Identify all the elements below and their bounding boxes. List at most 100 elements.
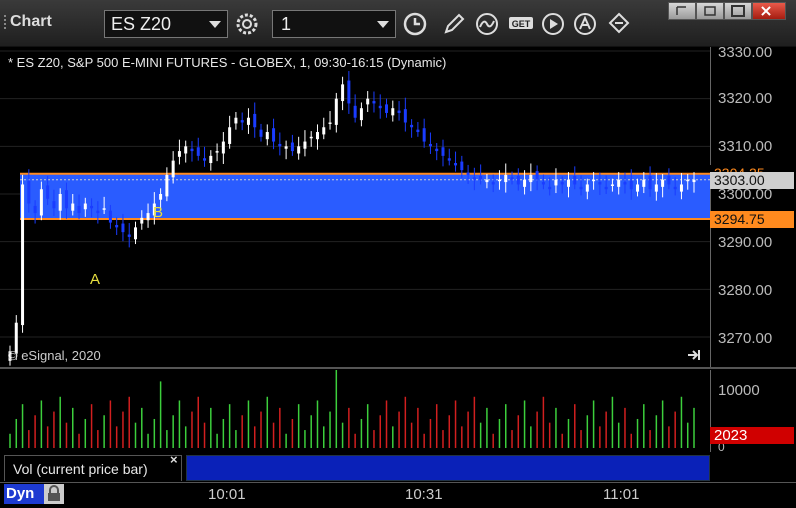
candle-body [441,147,445,156]
candle-body [416,129,420,133]
study-tab-volume[interactable]: Vol (current price bar) [4,455,182,481]
candle-body [39,189,43,216]
volume-tick-label: 10000 [718,382,760,399]
candle-body [90,205,94,209]
candle-body [83,203,87,210]
candle-body [215,151,219,153]
candle-body [353,105,357,118]
candle-body [523,179,527,187]
candle-body [366,98,370,105]
scroll-to-end-icon[interactable] [686,348,702,362]
title-bar: Chart ES Z20 1 GET [0,0,796,47]
candle-body [33,205,37,214]
candle-body [284,146,288,149]
candle-body [661,179,665,187]
current-price-tag: 3303.00 [710,172,794,189]
candle-body [579,186,583,190]
play-icon[interactable] [538,10,568,38]
candle-body [435,148,439,152]
get-data-icon[interactable]: GET [506,10,536,38]
candle-body [71,203,75,211]
candle-body [585,184,589,192]
candle-body [472,177,476,180]
candle-body [447,158,451,161]
copyright-label: © eSignal, 2020 [8,348,101,363]
candle-body [554,179,558,186]
time-axis[interactable] [0,482,796,508]
candle-body [165,174,169,197]
chevron-down-icon[interactable] [377,21,389,28]
candle-body [504,174,508,183]
candle-body [102,208,106,210]
chart-title: * ES Z20, S&P 500 E-MINI FUTURES - GLOBE… [8,55,447,70]
candle-body [485,179,489,183]
candle-body [328,122,332,124]
candle-body [422,128,426,142]
candle-body [403,109,407,123]
candle-body [265,132,269,140]
settings-gear-icon[interactable] [232,10,262,38]
price-tick-label: 3280.00 [718,282,773,299]
volume-chart[interactable] [0,370,710,452]
candle-body [604,186,608,190]
candle-body [466,172,470,175]
close-icon[interactable] [752,2,786,20]
marker-a-label: A [90,271,100,288]
study-tab-empty[interactable] [186,455,710,481]
chevron-down-icon[interactable] [209,21,221,28]
chart-window: Chart ES Z20 1 GET AB * ES Z20, S&P 500 … [0,0,796,508]
restore-icon[interactable] [668,2,696,20]
duplicate-icon[interactable] [696,2,724,20]
candle-body [134,227,138,240]
candle-body [190,148,194,152]
volume-current-tag: 2023 [710,427,794,444]
candle-body [617,179,621,187]
candle-body [146,213,150,221]
candle-body [566,179,570,187]
maximize-icon[interactable] [724,2,752,20]
candle-body [52,201,56,209]
candle-body [692,179,696,183]
symbol-input[interactable]: ES Z20 [104,10,228,38]
candle-body [64,190,68,209]
candle-body [140,217,144,224]
candle-body [598,182,602,185]
candle-body [96,210,100,214]
pencil-draw-icon[interactable] [438,10,468,38]
candle-body [610,184,614,186]
time-tick-label: 11:01 [603,486,640,503]
candle-body [221,141,225,154]
dynamic-mode-button[interactable]: Dyn [4,484,44,504]
close-study-button[interactable]: × [170,452,178,467]
candle-body [228,127,232,144]
candle-body [592,179,596,182]
indicator-curve-icon[interactable] [472,10,502,38]
candle-body [46,185,50,199]
candle-body [240,120,244,123]
candle-body [629,180,633,190]
candle-body [667,175,671,185]
candle-body [297,146,301,154]
interval-input[interactable]: 1 [272,10,396,38]
candle-body [679,184,683,192]
candle-body [278,143,282,147]
candle-body [334,98,338,125]
marker-b-label: B [153,204,163,221]
candle-body [378,105,382,109]
candle-body [184,146,188,154]
candle-body [309,136,313,139]
candle-body [121,223,125,233]
link-arrows-icon[interactable] [604,10,634,38]
price-chart[interactable]: AB [0,47,710,367]
candle-body [385,104,389,113]
candle-body [642,179,646,187]
candle-body [108,210,112,223]
candle-body [127,234,131,237]
candle-body [159,194,163,200]
candle-body [322,127,326,135]
alert-icon[interactable] [570,10,600,38]
candle-body [460,161,464,171]
lock-icon[interactable] [44,484,64,504]
clock-icon[interactable] [400,10,430,38]
candle-body [347,80,351,104]
